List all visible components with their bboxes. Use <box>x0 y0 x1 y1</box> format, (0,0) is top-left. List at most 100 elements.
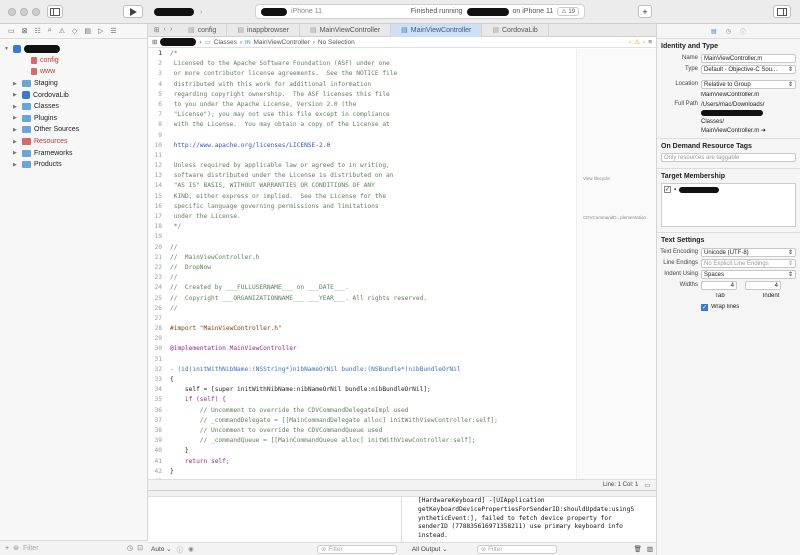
device-label[interactable]: iPhone 11 <box>291 8 322 15</box>
code-line[interactable]: 23 // <box>148 273 576 283</box>
find-icon[interactable]: ⌕ <box>48 27 52 35</box>
code-line[interactable]: 12 Unless required by applicable law or … <box>148 161 576 171</box>
code-line[interactable]: 30 @implementation MainViewController <box>148 344 576 354</box>
navigator-item[interactable]: ▶ Other Sources <box>0 124 147 136</box>
symbol-icon[interactable]: ☷ <box>35 27 41 35</box>
code-line[interactable]: 35 if (self) { <box>148 395 576 405</box>
odr-tags-field[interactable]: Only resources are taggable <box>661 153 796 162</box>
code-line[interactable]: 31 <box>148 355 576 365</box>
code-line[interactable]: 33 { <box>148 375 576 385</box>
code-line[interactable]: 25 // Copyright ___ORGANIZATIONNAME___ __… <box>148 294 576 304</box>
tab-width-field[interactable]: 4 <box>701 280 737 290</box>
reveal-in-finder-icon[interactable]: ➜ <box>761 128 766 134</box>
disclosure-icon[interactable]: ▼ <box>4 46 10 52</box>
close-window-button[interactable] <box>8 8 16 16</box>
related-items-icon[interactable]: ⊞ <box>152 38 157 46</box>
code-line[interactable]: 14 "AS IS" BASIS, WITHOUT WARRANTIES OR … <box>148 181 576 191</box>
navigator-item[interactable]: ▶ CordovaLib <box>0 89 147 101</box>
warning-icon[interactable]: ⚠ <box>634 38 640 46</box>
code-line[interactable]: 37 // _commandDelegate = [[MainCommandDe… <box>148 416 576 426</box>
editor-tab[interactable]: ▤ config <box>178 23 228 37</box>
minimap-mark-view-lifecycle[interactable]: View lifecycle <box>583 176 610 181</box>
console-filter[interactable]: ⊜ Filter <box>476 544 557 554</box>
editor-tab[interactable]: ▤ MainViewController <box>300 23 392 37</box>
variables-scope-popup[interactable]: Auto ⌄ <box>151 545 172 553</box>
code-line[interactable]: 18 */ <box>148 222 576 232</box>
code-line[interactable]: 11 <box>148 151 576 161</box>
help-inspector-icon[interactable]: ⓘ <box>740 27 746 36</box>
panel-toggle-icon[interactable]: ▭ <box>644 482 650 489</box>
history-inspector-icon[interactable]: ◷ <box>726 28 731 35</box>
console-output[interactable]: [HardwareKeyboard] -[UIApplication getKe… <box>416 497 656 543</box>
code-line[interactable]: 39 // _commandQueue = [[MainCommandQueue… <box>148 436 576 446</box>
indent-using-popup[interactable]: Spaces ⇕ <box>701 269 796 279</box>
code-line[interactable]: 38 // Uncomment to override the CDVComma… <box>148 426 576 436</box>
code-line[interactable]: 36 // Uncomment to override the CDVComma… <box>148 406 576 416</box>
code-line[interactable]: 13 software distributed under the Licens… <box>148 171 576 181</box>
editor-tab[interactable]: ▤ inappbrowser <box>227 23 300 37</box>
navigator-item[interactable]: ▶ Plugins <box>0 113 147 125</box>
disclosure-icon[interactable]: ▶ <box>13 127 19 133</box>
code-line[interactable]: 27 <box>148 314 576 324</box>
code-line[interactable]: 6 to you under the Apache License, Versi… <box>148 100 576 110</box>
tab-grid-icon[interactable]: ⊞ <box>154 26 160 34</box>
trash-icon[interactable]: 🗑 <box>634 545 642 553</box>
code-line[interactable]: 16 specific language governing permissio… <box>148 202 576 212</box>
editor-tab[interactable]: ▤ MainViewController <box>391 23 483 37</box>
warnings-badge[interactable]: ⚠ 19 <box>557 7 579 16</box>
toggle-navigator-button[interactable] <box>47 5 63 18</box>
back-icon[interactable]: ‹ <box>164 26 166 34</box>
code-line[interactable]: 19 <box>148 232 576 242</box>
info-icon[interactable]: ⓘ <box>177 544 184 554</box>
endings-popup[interactable]: No Explicit Line Endings ⇕ <box>701 258 796 268</box>
code-line[interactable]: 5 regarding copyright ownership. The ASF… <box>148 90 576 100</box>
minimize-window-button[interactable] <box>20 8 28 16</box>
run-button[interactable] <box>123 5 143 18</box>
console-output-popup[interactable]: All Output ⌄ <box>412 545 448 553</box>
code-line[interactable]: 8 with the License. You may obtain a cop… <box>148 120 576 130</box>
disclosure-icon[interactable]: ▶ <box>13 104 19 110</box>
prev-issue-icon[interactable]: ‹ <box>629 39 631 46</box>
variables-view[interactable] <box>148 497 402 543</box>
breadcrumb-file[interactable]: MainViewController <box>254 39 310 46</box>
breadcrumb-folder[interactable]: Classes <box>214 39 237 46</box>
navigator-filter-input[interactable]: Filter <box>23 545 39 552</box>
code-line[interactable]: 4 distributed with this work for additio… <box>148 80 576 90</box>
scheme-selector[interactable]: › <box>154 7 202 17</box>
navigator-item[interactable]: ▶ Classes <box>0 101 147 113</box>
code-view[interactable]: 1 /* 2 Licensed to the Apache Software Fou… <box>148 49 576 493</box>
navigator-item[interactable]: ▶ Products <box>0 159 147 171</box>
code-line[interactable]: 24 // Created by ___FULLUSERNAME___ on __… <box>148 283 576 293</box>
code-line[interactable]: 28 #import "MainViewController.h" <box>148 324 576 334</box>
report-icon[interactable]: ☰ <box>110 27 116 35</box>
forward-icon[interactable]: › <box>170 26 172 34</box>
code-line[interactable]: 1 /* <box>148 49 576 59</box>
indent-width-field[interactable]: 4 <box>745 280 781 290</box>
code-line[interactable]: 7 "License"); you may not use this file … <box>148 110 576 120</box>
code-line[interactable]: 26 // <box>148 304 576 314</box>
code-line[interactable]: 20 // <box>148 243 576 253</box>
code-line[interactable]: 9 <box>148 131 576 141</box>
minimap-mark-command-delegate[interactable]: CDVCommandD...plementation <box>583 215 646 220</box>
issue-icon[interactable]: ⚠ <box>59 27 65 35</box>
disclosure-icon[interactable]: ▶ <box>13 92 19 98</box>
navigator-item[interactable]: www <box>0 66 147 78</box>
toggle-inspector-button[interactable] <box>773 5 791 18</box>
name-field[interactable]: MainViewController.m <box>701 53 796 63</box>
recent-files-icon[interactable]: ◷ <box>127 544 133 552</box>
breakpoint-icon[interactable]: ▷ <box>98 27 103 35</box>
code-line[interactable]: 22 // DropNow <box>148 263 576 273</box>
code-line[interactable]: 15 KIND, either express or implied. See … <box>148 192 576 202</box>
code-line[interactable]: 3 or more contributor license agreements… <box>148 69 576 79</box>
disclosure-icon[interactable]: ▶ <box>13 150 19 156</box>
code-line[interactable]: 34 self = [super initWithNibName:nibName… <box>148 385 576 395</box>
location-popup[interactable]: Relative to Group ⇕ <box>701 79 796 89</box>
breadcrumb-selection[interactable]: No Selection <box>318 39 355 46</box>
disclosure-icon[interactable]: ▶ <box>13 81 19 87</box>
scm-filter-icon[interactable]: ⊡ <box>137 544 143 552</box>
add-library-button[interactable]: + <box>638 5 652 18</box>
code-line[interactable]: 2 Licensed to the Apache Software Founda… <box>148 59 576 69</box>
wrap-lines-checkbox[interactable]: ✓ <box>701 303 708 311</box>
disclosure-icon[interactable]: ▶ <box>13 115 19 121</box>
minimap[interactable]: View lifecycle CDVCommandD...plementatio… <box>576 49 656 479</box>
